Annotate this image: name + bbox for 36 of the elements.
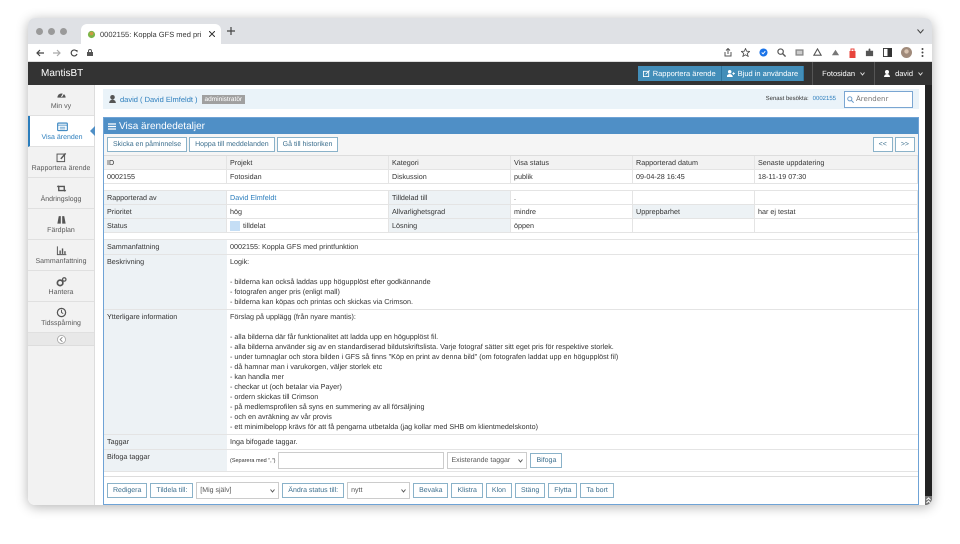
menu-icon[interactable] <box>921 48 924 57</box>
chevron-down-icon[interactable] <box>917 28 924 34</box>
caret-icon <box>860 72 866 76</box>
gears-icon <box>56 276 66 287</box>
user-icon <box>884 70 890 77</box>
back-icon[interactable] <box>36 48 44 56</box>
share-icon[interactable] <box>724 48 732 57</box>
scroll-top-icon[interactable] <box>925 496 932 505</box>
panel-header: Visa ärendedetaljer <box>104 118 918 134</box>
add-user-icon <box>726 70 735 77</box>
caret-icon <box>918 72 923 76</box>
caret-icon <box>518 458 524 462</box>
avatar-icon[interactable] <box>901 47 912 58</box>
caret-icon <box>401 488 406 492</box>
sidebar-icon[interactable] <box>883 48 892 57</box>
app-title[interactable]: MantisBT <box>28 68 638 79</box>
magnifier-icon[interactable] <box>777 48 786 57</box>
new-tab-icon[interactable] <box>227 27 235 35</box>
caret-icon <box>270 488 276 492</box>
close-icon[interactable] <box>209 31 215 37</box>
extension-icon[interactable] <box>849 48 856 58</box>
extension-icon[interactable] <box>759 48 768 57</box>
bar-chart-icon <box>56 245 66 256</box>
menu-icon <box>108 122 116 130</box>
extension-icon[interactable] <box>831 48 840 57</box>
lock-icon <box>87 49 93 56</box>
reload-icon[interactable] <box>70 48 78 56</box>
clock-icon <box>56 307 66 318</box>
list-icon <box>56 121 68 132</box>
extension-icon[interactable] <box>795 48 804 57</box>
edit-icon <box>56 152 66 163</box>
collapse-icon[interactable] <box>56 334 66 344</box>
star-icon[interactable] <box>741 48 750 57</box>
tag-input[interactable] <box>278 452 444 469</box>
edit-icon <box>642 70 650 77</box>
user-icon <box>109 95 116 103</box>
